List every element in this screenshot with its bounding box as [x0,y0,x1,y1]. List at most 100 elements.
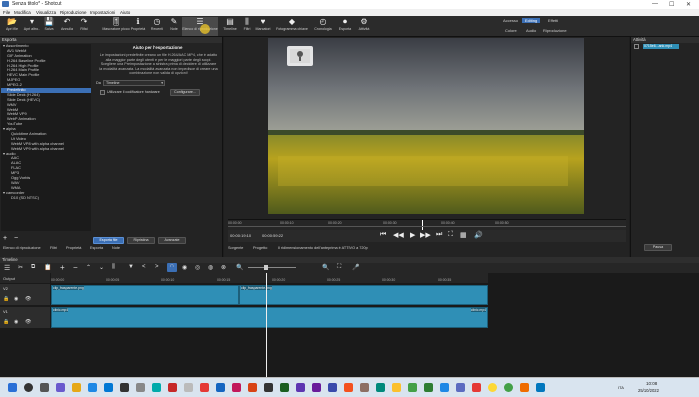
next-marker-icon[interactable]: > [155,264,159,270]
start-icon[interactable] [8,383,17,392]
app-icon-18[interactable] [376,383,385,392]
app-icon-26[interactable] [520,383,529,392]
eye-icon[interactable]: 👁 [25,319,31,325]
grid-icon[interactable]: ▦ [460,231,467,239]
timeline-playhead[interactable] [266,273,267,377]
tab-filters[interactable]: Filtri [50,246,57,250]
ripple-markers-icon[interactable]: ⊗ [221,264,226,271]
zoom-out-icon[interactable]: 🔍 [236,264,243,271]
menu-riproduzione[interactable]: Riproduzione [60,10,87,15]
app-icon-10[interactable] [248,383,257,392]
maximize-button[interactable]: ☐ [669,1,674,8]
zoom-slider-handle[interactable] [264,265,268,270]
layout-effects[interactable]: Effetti [548,18,558,23]
preset-list[interactable]: ▾ Assortimento AV1 WebM GIF Animation H.264… [1,44,91,231]
task-view-icon[interactable] [40,383,49,392]
preset-item[interactable]: D10 (SD NTSC) [1,195,91,201]
clock-date[interactable]: 25/10/2022 [638,388,659,393]
eye-icon[interactable]: 👁 [25,296,31,302]
add-preset-button[interactable]: + [3,235,7,242]
jobs-button[interactable]: ⚙ Attività [353,17,375,36]
app-icon-13[interactable] [296,383,305,392]
layout-audio[interactable]: Audio [526,28,536,33]
app-icon-17[interactable] [360,383,369,392]
scrub-icon[interactable]: ◉ [182,264,187,271]
menu-impostazioni[interactable]: Impostazioni [90,10,115,15]
from-select[interactable]: Timeline ▾ [103,80,165,86]
app-icon-8[interactable] [216,383,225,392]
advanced-button[interactable]: Avanzate [158,237,186,244]
app-icon-4[interactable] [136,383,145,392]
timeline-ruler[interactable]: 00:00:00 00:00:05 00:00:10 00:00:15 00:0… [51,273,488,283]
zoom-in-icon[interactable]: 🔍 [322,264,329,271]
menu-icon[interactable]: ☰ [4,264,10,272]
app-icon-16[interactable] [344,383,353,392]
viewer-ruler[interactable]: 00:00:00 00:00:10 00:00:20 00:00:30 00:0… [228,219,626,231]
ripple-delete-icon[interactable]: − [73,263,78,272]
app-icon-1[interactable] [56,383,65,392]
job-item[interactable]: 0715e6...ank.mp4 [643,44,679,49]
menu-visualizza[interactable]: Visualizza [36,10,56,15]
folder-icon[interactable] [72,383,81,392]
clip-v1[interactable]: clinic.mp4 clinic.mp4 [51,307,488,328]
app-icon-5[interactable] [152,383,161,392]
edge-icon[interactable] [104,383,113,392]
keyframes-button[interactable]: ◆ Fotogramma chiave [274,17,310,36]
configure-button[interactable]: Configurare... [170,89,200,96]
snap-icon[interactable]: ∩ [167,263,177,272]
clock-time[interactable]: 10:08 [646,381,657,386]
ripple-icon[interactable]: ◎ [195,264,200,271]
app-icon-23[interactable] [456,383,465,392]
toggle-zoom-icon[interactable]: ⛶ [448,231,453,239]
mute-icon[interactable]: ◉ [14,296,18,302]
record-audio-icon[interactable]: 🎤 [352,264,359,271]
chrome-icon[interactable] [488,383,497,392]
split-icon[interactable]: ⫼ [112,264,115,271]
app-icon-3[interactable] [120,383,129,392]
remove-preset-button[interactable]: − [14,235,18,242]
search-icon[interactable] [24,383,33,392]
tab-project[interactable]: Progetto [253,246,267,250]
app-icon-12[interactable] [280,383,289,392]
skip-previous-icon[interactable]: ⏮ [380,231,386,239]
history-button[interactable]: ◴ Cronologia [312,17,334,36]
tab-playlist[interactable]: Elenco di riproduzione [3,246,41,250]
hw-encoder-checkbox[interactable] [100,90,105,95]
add-marker-icon[interactable]: ▼ [128,264,134,270]
layout-player[interactable]: Riproduzione [543,28,567,33]
append-icon[interactable]: + [60,263,65,272]
acrobat-icon[interactable] [168,383,177,392]
skip-next-icon[interactable]: ⏭ [436,231,442,239]
layout-logging[interactable]: Accesso [503,18,518,23]
lift-icon[interactable]: ⌃ [86,264,91,271]
menu-modifica[interactable]: Modifica [14,10,31,15]
redo-button[interactable]: ↷ Rifai [73,17,95,36]
zoom-slider[interactable] [248,267,296,268]
clip-v2-a[interactable]: clip_frasparente.png [51,285,239,305]
track-header-v1[interactable]: V1 🔒 ◉ 👁 [0,307,50,328]
markers-button[interactable]: ♥ Marcatori [252,17,274,36]
layout-color[interactable]: Colore [505,28,517,33]
volume-icon[interactable]: 🔊 [474,231,483,239]
app-icon-19[interactable] [392,383,401,392]
app-icon-21[interactable] [424,383,433,392]
app-icon-9[interactable] [232,383,241,392]
pause-button[interactable]: Pausa [644,244,672,251]
app-icon-22[interactable] [440,383,449,392]
ripple-all-icon[interactable]: ◍ [208,264,213,271]
rewind-icon[interactable]: ◀◀ [393,231,404,239]
zoom-fit-icon[interactable]: ⛶ [337,264,341,271]
job-checkbox[interactable] [634,44,639,49]
tab-notes[interactable]: Note [112,246,120,250]
tab-source[interactable]: Sorgente [228,246,243,250]
paste-icon[interactable]: 📋 [44,264,51,271]
cut-icon[interactable]: ✂ [18,264,23,271]
lock-icon[interactable]: 🔒 [3,319,9,325]
play-icon[interactable]: ▶ [410,231,415,239]
menu-aiuto[interactable]: Aiuto [120,10,130,15]
minimize-button[interactable]: — [652,1,658,7]
app-icon-15[interactable] [328,383,337,392]
app-icon-20[interactable] [408,383,417,392]
language-indicator[interactable]: ITA [618,385,624,390]
current-time[interactable]: 00:00:19:10 [230,233,251,238]
